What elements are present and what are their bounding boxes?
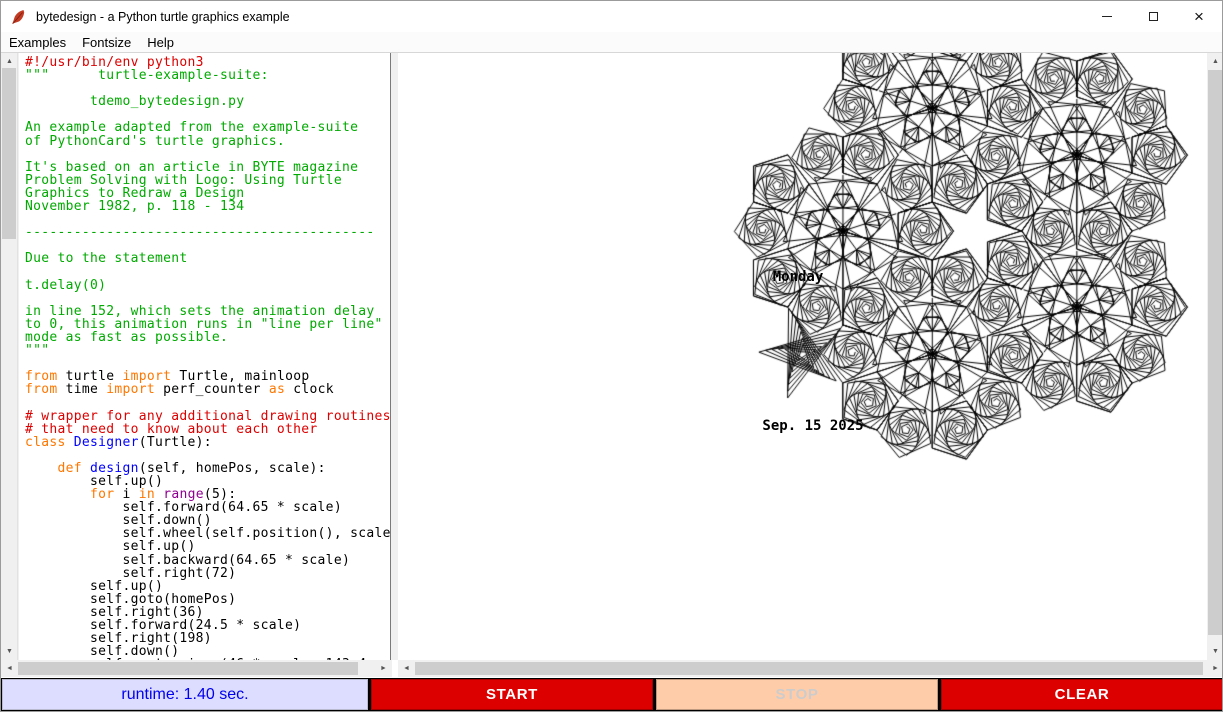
runtime-label: runtime: 1.40 sec. bbox=[2, 679, 368, 710]
code-horizontal-scrollbar[interactable]: ◄ ► bbox=[1, 660, 392, 677]
minimize-icon bbox=[1102, 16, 1112, 17]
title-bar[interactable]: bytedesign - a Python turtle graphics ex… bbox=[1, 1, 1222, 32]
code-line: mode as fast as possible. bbox=[25, 331, 390, 344]
code-text: #!/usr/bin/env python3""" turtle-example… bbox=[25, 56, 390, 660]
window-controls: × bbox=[1084, 1, 1222, 32]
code-line: from time import perf_counter as clock bbox=[25, 383, 390, 396]
close-icon: × bbox=[1194, 8, 1204, 25]
bytedesign-drawing bbox=[398, 53, 1207, 659]
maximize-icon bbox=[1149, 12, 1158, 21]
code-line: of PythonCard's turtle graphics. bbox=[25, 135, 390, 148]
code-vertical-scrollbar[interactable]: ▲ ▼ bbox=[1, 53, 18, 660]
menu-bar: Examples Fontsize Help bbox=[1, 32, 1222, 53]
turtle-graphics-pane: MondaySep. 15 2025 bbox=[398, 53, 1207, 660]
code-hscroll-thumb[interactable] bbox=[18, 662, 358, 675]
canvas-horizontal-scrollbar[interactable]: ◄ ► bbox=[398, 660, 1223, 677]
minimize-button[interactable] bbox=[1084, 1, 1130, 32]
status-bar: runtime: 1.40 sec. START STOP CLEAR bbox=[1, 678, 1223, 712]
scroll-left-icon[interactable]: ◄ bbox=[398, 660, 415, 677]
menu-fontsize[interactable]: Fontsize bbox=[74, 32, 139, 52]
start-button[interactable]: START bbox=[371, 679, 653, 710]
code-line: class Designer(Turtle): bbox=[25, 436, 390, 449]
code-editor[interactable]: #!/usr/bin/env python3""" turtle-example… bbox=[19, 53, 391, 660]
scroll-right-icon[interactable]: ► bbox=[1207, 660, 1223, 677]
pane-separator bbox=[391, 53, 398, 660]
code-line: """ turtle-example-suite: bbox=[25, 69, 390, 82]
code-line: ----------------------------------------… bbox=[25, 226, 390, 239]
menu-help[interactable]: Help bbox=[139, 32, 182, 52]
code-vscroll-thumb[interactable] bbox=[2, 68, 16, 239]
scroll-up-icon[interactable]: ▲ bbox=[1207, 53, 1223, 70]
canvas-vscroll-thumb[interactable] bbox=[1208, 70, 1222, 635]
window-title: bytedesign - a Python turtle graphics ex… bbox=[36, 10, 290, 24]
scroll-down-icon[interactable]: ▼ bbox=[1207, 643, 1223, 660]
scroll-down-icon[interactable]: ▼ bbox=[1, 643, 18, 660]
code-line: tdemo_bytedesign.py bbox=[25, 95, 390, 108]
scroll-left-icon[interactable]: ◄ bbox=[1, 660, 18, 677]
stop-button[interactable]: STOP bbox=[656, 679, 938, 710]
canvas-vertical-scrollbar[interactable]: ▲ ▼ bbox=[1207, 53, 1222, 660]
code-line: t.delay(0) bbox=[25, 279, 390, 292]
scroll-right-icon[interactable]: ► bbox=[375, 660, 392, 677]
code-line: Due to the statement bbox=[25, 252, 390, 265]
close-button[interactable]: × bbox=[1176, 1, 1222, 32]
menu-examples[interactable]: Examples bbox=[1, 32, 74, 52]
maximize-button[interactable] bbox=[1130, 1, 1176, 32]
clear-button[interactable]: CLEAR bbox=[941, 679, 1223, 710]
code-line: """ bbox=[25, 344, 390, 357]
code-line: November 1982, p. 118 - 134 bbox=[25, 200, 390, 213]
turtledemo-window: bytedesign - a Python turtle graphics ex… bbox=[0, 0, 1223, 712]
canvas-hscroll-thumb[interactable] bbox=[415, 662, 1203, 675]
tk-feather-icon bbox=[10, 9, 26, 25]
main-area: ▲ ▼ #!/usr/bin/env python3""" turtle-exa… bbox=[1, 53, 1222, 660]
